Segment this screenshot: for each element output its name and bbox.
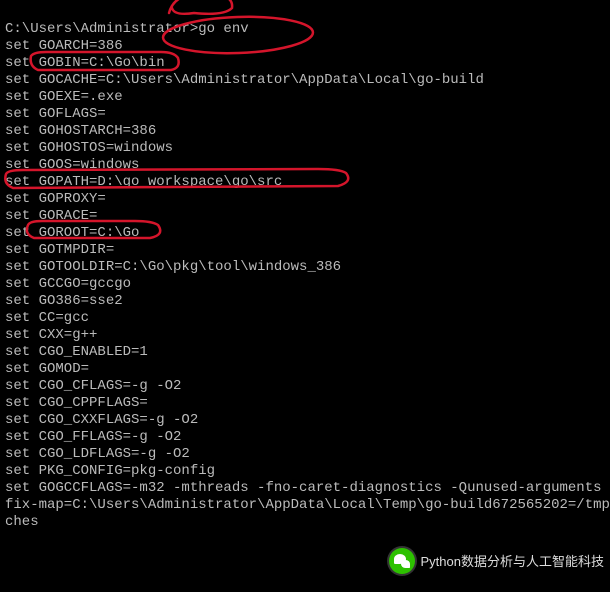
terminal-line: set CXX=g++ (5, 327, 605, 344)
terminal-line: set GOEXE=.exe (5, 89, 605, 106)
terminal-line: set CGO_LDFLAGS=-g -O2 (5, 446, 605, 463)
watermark: Python数据分析与人工智能科技 (389, 548, 604, 574)
terminal-line: set CGO_CPPFLAGS= (5, 395, 605, 412)
terminal-line: fix-map=C:\Users\Administrator\AppData\L… (5, 497, 605, 514)
terminal-line (5, 4, 605, 21)
terminal-line: set GOBIN=C:\Go\bin (5, 55, 605, 72)
terminal-line: C:\Users\Administrator>go env (5, 21, 605, 38)
terminal-output: C:\Users\Administrator>go envset GOARCH=… (5, 4, 605, 531)
terminal-line: set CGO_FFLAGS=-g -O2 (5, 429, 605, 446)
terminal-line: set CGO_CFLAGS=-g -O2 (5, 378, 605, 395)
terminal-line: set GOCACHE=C:\Users\Administrator\AppDa… (5, 72, 605, 89)
terminal-line: set GOOS=windows (5, 157, 605, 174)
terminal-line: set PKG_CONFIG=pkg-config (5, 463, 605, 480)
terminal-line: set GOHOSTARCH=386 (5, 123, 605, 140)
terminal-line: set GOTMPDIR= (5, 242, 605, 259)
terminal-line: set GOROOT=C:\Go (5, 225, 605, 242)
watermark-text: Python数据分析与人工智能科技 (421, 553, 604, 570)
terminal-line: set GOPROXY= (5, 191, 605, 208)
terminal-line: set GORACE= (5, 208, 605, 225)
terminal-line: set CGO_ENABLED=1 (5, 344, 605, 361)
terminal-line: set GOARCH=386 (5, 38, 605, 55)
terminal-line: set GOGCCFLAGS=-m32 -mthreads -fno-caret… (5, 480, 605, 497)
terminal-line: ches (5, 514, 605, 531)
terminal-line: set GOTOOLDIR=C:\Go\pkg\tool\windows_386 (5, 259, 605, 276)
wechat-icon (389, 548, 415, 574)
terminal-line: set GOPATH=D:\go_workspace\go\src (5, 174, 605, 191)
terminal-line: set CC=gcc (5, 310, 605, 327)
terminal-line: set GOFLAGS= (5, 106, 605, 123)
terminal-line: set GOMOD= (5, 361, 605, 378)
terminal-line: set GCCGO=gccgo (5, 276, 605, 293)
terminal-line: set GOHOSTOS=windows (5, 140, 605, 157)
terminal-line: set CGO_CXXFLAGS=-g -O2 (5, 412, 605, 429)
terminal-line: set GO386=sse2 (5, 293, 605, 310)
